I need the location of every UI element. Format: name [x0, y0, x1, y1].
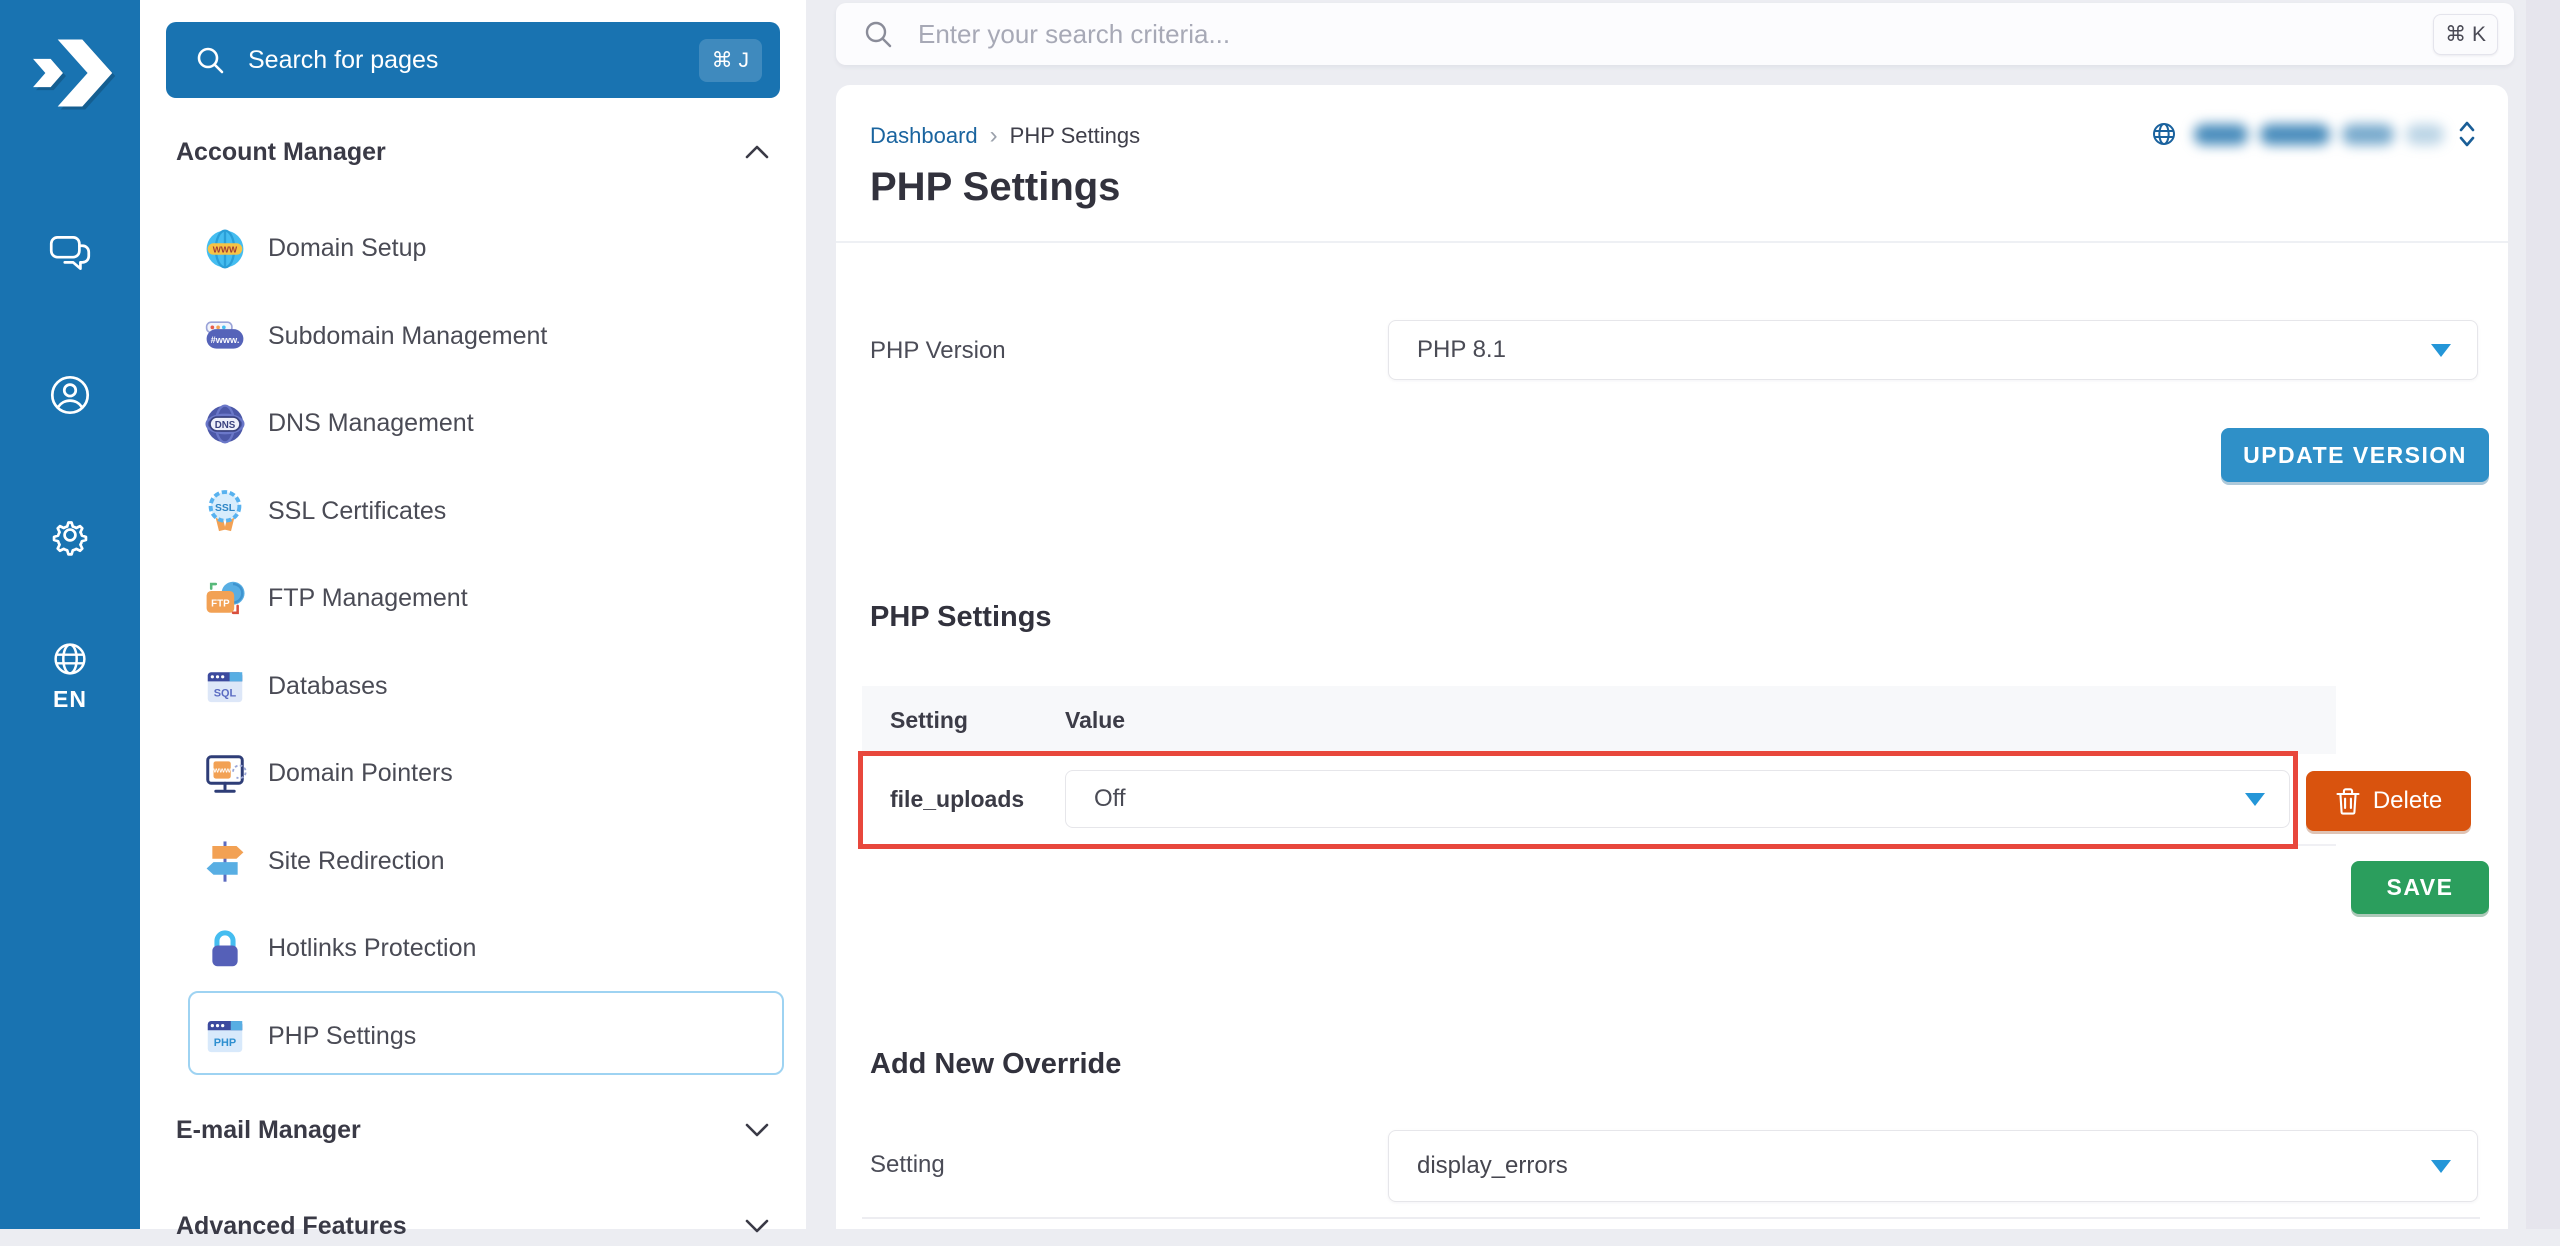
domain-account-selector[interactable] [2148, 118, 2476, 150]
content-card: Dashboard › PHP Settings PHP Settings [836, 85, 2508, 1229]
override-setting-label: Setting [870, 1151, 945, 1179]
delete-button-label: Delete [2373, 787, 2442, 815]
dropdown-caret-icon [2431, 1160, 2451, 1173]
column-value: Value [1065, 707, 1125, 734]
sidebar-item-databases[interactable]: SQL Databases [140, 643, 806, 731]
breadcrumb: Dashboard › PHP Settings [870, 122, 1140, 150]
php-version-select[interactable]: PHP 8.1 [1388, 320, 2478, 380]
subdomain-management-icon: #www. [202, 313, 248, 359]
sidebar-item-site-redirection[interactable]: Site Redirection [140, 818, 806, 906]
ssl-certificates-icon: SSL [202, 488, 248, 534]
breadcrumb-dashboard-link[interactable]: Dashboard [870, 123, 978, 149]
svg-text:www: www [212, 765, 231, 774]
language-code[interactable]: EN [0, 686, 140, 713]
sidebar-item-subdomain-management[interactable]: #www. Subdomain Management [140, 293, 806, 381]
global-search-bar: ⌘ K [836, 3, 2514, 65]
section-email-manager[interactable]: E-mail Manager [176, 1110, 770, 1150]
column-setting: Setting [890, 707, 1065, 734]
chevron-up-icon [744, 144, 770, 160]
sidebar-item-hotlinks-protection[interactable]: Hotlinks Protection [140, 905, 806, 993]
table-row-file-uploads: file_uploads Off [862, 754, 2336, 846]
trash-icon [2335, 787, 2361, 815]
php-version-value: PHP 8.1 [1417, 336, 2431, 364]
breadcrumb-current: PHP Settings [1010, 123, 1140, 149]
override-setting-value: display_errors [1417, 1152, 2431, 1180]
php-settings-heading: PHP Settings [870, 601, 1052, 634]
hotlinks-protection-icon [202, 926, 248, 972]
sidebar-item-domain-setup[interactable]: WWW Domain Setup [140, 205, 806, 293]
domain-setup-icon: WWW [202, 226, 248, 272]
php-version-label: PHP Version [870, 337, 1006, 365]
title-divider [836, 241, 2508, 243]
sidebar-item-dns-management[interactable]: DNS DNS Management [140, 380, 806, 468]
vertical-scrollbar[interactable] [2526, 0, 2560, 1229]
svg-text:PHP: PHP [214, 1037, 236, 1049]
ftp-management-icon: FTP [202, 576, 248, 622]
dns-management-icon: DNS [202, 401, 248, 447]
directadmin-logo[interactable] [26, 36, 114, 110]
svg-text:SSL: SSL [215, 503, 235, 514]
shortcut-badge-cmd-k: ⌘ K [2433, 14, 2498, 55]
databases-icon: SQL [202, 663, 248, 709]
search-icon [194, 44, 226, 76]
php-settings-icon: PHP [202, 1013, 248, 1059]
sidebar-item-ssl-certificates[interactable]: SSL SSL Certificates [140, 468, 806, 556]
sidebar-search-button[interactable]: Search for pages ⌘ J [166, 22, 780, 98]
page-title: PHP Settings [870, 165, 1120, 210]
save-button[interactable]: SAVE [2351, 861, 2489, 914]
redacted-account-name [2194, 124, 2444, 145]
sidebar-item-domain-pointers[interactable]: www Domain Pointers [140, 730, 806, 818]
delete-button[interactable]: Delete [2306, 771, 2471, 831]
svg-text:#www.: #www. [211, 335, 240, 345]
svg-text:WWW: WWW [213, 244, 238, 254]
svg-text:DNS: DNS [215, 420, 236, 431]
account-manager-items: WWW Domain Setup #www. Subdomain Managem… [140, 205, 806, 1080]
svg-text:FTP: FTP [211, 598, 230, 609]
select-updown-icon [2458, 120, 2476, 148]
shortcut-badge-cmd-j: ⌘ J [699, 39, 762, 82]
update-version-button[interactable]: UPDATE VERSION [2221, 428, 2489, 482]
settings-table-header: Setting Value [862, 686, 2336, 754]
svg-text:SQL: SQL [214, 688, 237, 700]
override-setting-select[interactable]: display_errors [1388, 1130, 2478, 1202]
breadcrumb-separator: › [990, 122, 998, 150]
site-redirection-icon [202, 838, 248, 884]
file-uploads-value: Off [1094, 785, 2245, 813]
dropdown-caret-icon [2245, 793, 2265, 806]
sidebar-item-php-settings[interactable]: PHP PHP Settings [140, 993, 806, 1081]
support-chat-icon[interactable] [45, 228, 95, 278]
settings-gear-icon[interactable] [45, 510, 95, 560]
global-search-input[interactable] [918, 19, 2433, 50]
domain-pointers-icon: www [202, 751, 248, 797]
chevron-down-icon [744, 1218, 770, 1234]
file-uploads-value-select[interactable]: Off [1065, 770, 2290, 828]
add-override-heading: Add New Override [870, 1048, 1121, 1081]
chevron-down-icon [744, 1122, 770, 1138]
search-icon [862, 18, 894, 50]
sidebar: Search for pages ⌘ J Account Manager WWW… [140, 0, 806, 1229]
user-account-icon[interactable] [45, 370, 95, 420]
section-account-manager[interactable]: Account Manager [176, 132, 770, 172]
setting-name: file_uploads [890, 786, 1065, 813]
sidebar-search-placeholder: Search for pages [248, 46, 699, 75]
section-divider [862, 1217, 2480, 1219]
sidebar-item-ftp-management[interactable]: FTP FTP Management [140, 555, 806, 643]
app-rail: EN [0, 0, 140, 1229]
dropdown-caret-icon [2431, 344, 2451, 357]
section-advanced-features[interactable]: Advanced Features [176, 1206, 770, 1246]
globe-icon [2148, 118, 2180, 150]
language-globe-icon[interactable] [47, 636, 93, 682]
